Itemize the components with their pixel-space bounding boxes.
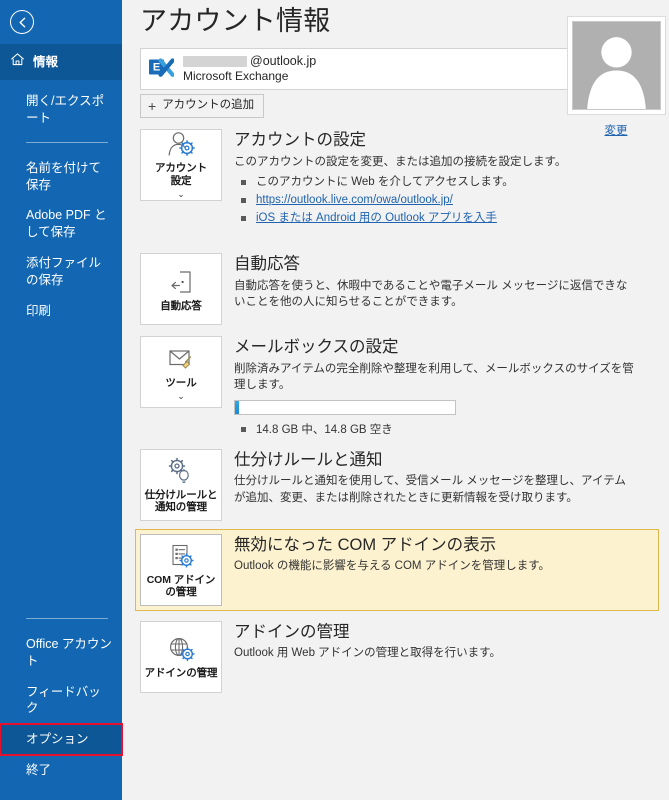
rules-and-alerts-title: 仕分けルールと通知 (234, 450, 657, 471)
mailbox-tools-button-label: ツール (165, 377, 196, 390)
sidebar-item-info[interactable]: 情報 (0, 44, 122, 80)
sidebar-item-feedback[interactable]: フィードバック (0, 677, 122, 725)
sidebar-spacer (0, 327, 122, 618)
back-arrow-icon (16, 16, 29, 29)
bullet-mobile-app: iOS または Android 用の Outlook アプリを入手 (234, 210, 657, 228)
add-account-label: アカウントの追加 (162, 99, 254, 113)
rules-and-alerts-body: 仕分けルールと通知 仕分けルールと通知を使用して、受信メール メッセージを整理し… (222, 449, 657, 506)
sidebar-item-info-label: 情報 (33, 54, 58, 71)
sidebar-item-save-as-adobe-pdf[interactable]: Adobe PDF として保存 (0, 200, 122, 248)
mobile-app-link[interactable]: iOS または Android 用の Outlook アプリを入手 (256, 212, 497, 224)
avatar (572, 21, 661, 110)
account-information-pane: アカウント情報 E @outlook.jp Microsoft Exchange (122, 0, 669, 800)
disabled-com-addins-body: 無効になった COM アドインの表示 Outlook の機能に影響を与える CO… (222, 534, 654, 575)
bullet-web-access: このアカウントに Web を介してアクセスします。 (234, 174, 657, 192)
automatic-replies-desc: 自動応答を使うと、休暇中であることや電子メール メッセージに返信できないことを他… (234, 278, 636, 311)
sidebar-item-office-account[interactable]: Office アカウント (0, 629, 122, 677)
sidebar-nav-top: 情報 開く/エクスポート 名前を付けて保存 Adobe PDF として保存 添付… (0, 44, 122, 327)
chevron-down-icon[interactable]: ⌄ (177, 392, 185, 401)
rules-and-alerts-desc: 仕分けルールと通知を使用して、受信メール メッセージを整理し、アイテムが追加、変… (234, 473, 636, 506)
envelope-broom-icon (166, 344, 196, 374)
account-settings-desc: このアカウントの設定を変更、または追加の接続を設定します。 (234, 154, 657, 170)
door-exit-icon (167, 267, 195, 297)
mailbox-storage-fill (235, 401, 239, 414)
bullet-web-access-text: このアカウントに Web を介してアクセスします。 (256, 176, 514, 188)
rules-and-alerts-button-label: 仕分けルールと通知の管理 (145, 489, 218, 515)
section-account-settings: アカウント設定 ⌄ アカウントの設定 このアカウントの設定を変更、または追加の接… (140, 129, 657, 227)
sidebar-item-options[interactable]: オプション (0, 724, 122, 755)
person-gear-icon (166, 131, 196, 159)
sidebar-item-save-attachments[interactable]: 添付ファイルの保存 (0, 248, 122, 296)
automatic-replies-body: 自動応答 自動応答を使うと、休暇中であることや電子メール メッセージに返信できな… (222, 253, 657, 310)
manage-com-addins-button-label: COM アドインの管理 (147, 574, 216, 600)
section-mailbox-settings: ツール ⌄ メールボックスの設定 削除済みアイテムの完全削除や整理を利用して、メ… (140, 336, 657, 437)
manage-com-addins-button[interactable]: COM アドインの管理 (140, 534, 222, 606)
mailbox-settings-body: メールボックスの設定 削除済みアイテムの完全削除や整理を利用して、メールボックス… (222, 336, 657, 437)
sidebar-nav-bottom: Office アカウント フィードバック オプション 終了 (0, 629, 122, 800)
account-settings-bullets: このアカウントに Web を介してアクセスします。 https://outloo… (234, 174, 657, 227)
mailbox-storage-bar (234, 400, 456, 415)
mailbox-settings-desc: 削除済みアイテムの完全削除や整理を利用して、メールボックスのサイズを管理します。 (234, 361, 636, 394)
mailbox-storage-text: 14.8 GB 中、14.8 GB 空き (234, 422, 657, 438)
manage-addins-desc: Outlook 用 Web アドインの管理と取得を行います。 (234, 645, 636, 661)
disabled-com-addins-desc: Outlook の機能に影響を与える COM アドインを管理します。 (234, 558, 636, 574)
automatic-replies-title: 自動応答 (234, 254, 657, 275)
section-rules-and-alerts: 仕分けルールと通知の管理 仕分けルールと通知 仕分けルールと通知を使用して、受信… (140, 449, 657, 521)
list-gear-icon (167, 541, 195, 571)
back-button[interactable] (10, 10, 34, 34)
manage-addins-button[interactable]: アドインの管理 (140, 621, 222, 693)
outlook-backstage-window: 情報 開く/エクスポート 名前を付けて保存 Adobe PDF として保存 添付… (0, 0, 669, 800)
section-manage-addins: アドインの管理 アドインの管理 Outlook 用 Web アドインの管理と取得… (140, 621, 657, 693)
account-email-domain: @outlook.jp (250, 53, 316, 69)
plus-icon: + (148, 99, 156, 113)
exchange-icon: E (148, 55, 174, 84)
owa-url-link[interactable]: https://outlook.live.com/owa/outlook.jp/ (256, 194, 453, 206)
section-automatic-replies: 自動応答 自動応答 自動応答を使うと、休暇中であることや電子メール メッセージに… (140, 253, 657, 325)
globe-gear-icon (166, 634, 196, 664)
manage-addins-button-label: アドインの管理 (145, 667, 218, 680)
account-type: Microsoft Exchange (183, 69, 288, 83)
automatic-replies-button[interactable]: 自動応答 (140, 253, 222, 325)
backstage-sidebar: 情報 開く/エクスポート 名前を付けて保存 Adobe PDF として保存 添付… (0, 0, 122, 800)
account-settings-body: アカウントの設定 このアカウントの設定を変更、または追加の接続を設定します。 こ… (222, 129, 657, 227)
chevron-down-icon[interactable]: ⌄ (177, 190, 185, 199)
rules-and-alerts-button[interactable]: 仕分けルールと通知の管理 (140, 449, 222, 521)
mailbox-storage-note: 14.8 GB 中、14.8 GB 空き (234, 422, 657, 438)
add-account-button[interactable]: + アカウントの追加 (140, 94, 264, 118)
avatar-frame (567, 16, 666, 115)
svg-text:E: E (153, 61, 160, 73)
account-settings-button-label: アカウント設定 (155, 162, 207, 188)
sidebar-item-save-as[interactable]: 名前を付けて保存 (0, 153, 122, 201)
redacted-username (183, 56, 247, 67)
mailbox-settings-title: メールボックスの設定 (234, 337, 657, 358)
back-row (0, 0, 122, 44)
mailbox-tools-button[interactable]: ツール ⌄ (140, 336, 222, 408)
sidebar-divider-top (26, 142, 108, 143)
sidebar-item-open-export[interactable]: 開く/エクスポート (0, 86, 122, 134)
sidebar-divider-bottom (26, 618, 108, 619)
manage-addins-body: アドインの管理 Outlook 用 Web アドインの管理と取得を行います。 (222, 621, 657, 662)
automatic-replies-button-label: 自動応答 (160, 300, 202, 313)
sidebar-item-print[interactable]: 印刷 (0, 296, 122, 327)
gear-bell-icon (166, 456, 196, 486)
section-disabled-com-addins: COM アドインの管理 無効になった COM アドインの表示 Outlook の… (135, 529, 659, 611)
account-settings-title: アカウントの設定 (234, 130, 657, 151)
bullet-owa-url: https://outlook.live.com/owa/outlook.jp/ (234, 192, 657, 210)
person-placeholder-icon (573, 22, 660, 109)
sidebar-item-exit[interactable]: 終了 (0, 755, 122, 786)
manage-addins-title: アドインの管理 (234, 622, 657, 643)
home-icon (10, 52, 25, 72)
avatar-block: 変更 (563, 16, 669, 138)
disabled-com-addins-title: 無効になった COM アドインの表示 (234, 535, 654, 556)
account-settings-button[interactable]: アカウント設定 ⌄ (140, 129, 222, 201)
